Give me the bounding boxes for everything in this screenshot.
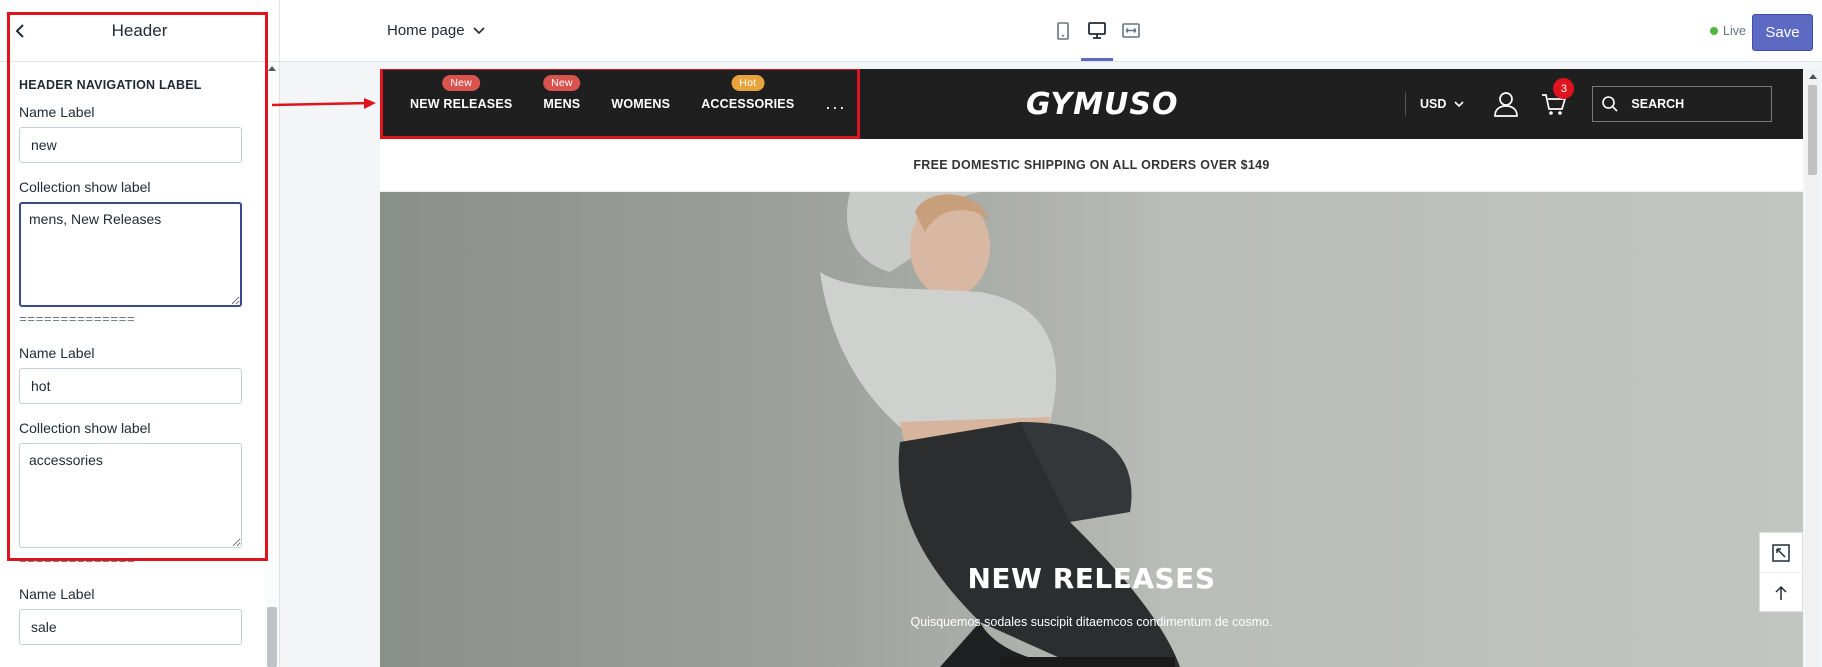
cart-button[interactable]: 3 <box>1540 78 1575 118</box>
nav-badge-hot: Hot <box>731 75 765 91</box>
nav-more-button[interactable]: ... <box>825 93 846 114</box>
nav-item-womens[interactable]: WOMENS <box>611 97 670 111</box>
name-input-3[interactable] <box>19 609 242 645</box>
nav-item-label: WOMENS <box>611 97 671 111</box>
live-label: Live <box>1723 24 1746 38</box>
divider-2: ============== <box>19 553 136 568</box>
sidebar-header: Header <box>0 0 279 62</box>
divider-1: ============== <box>19 312 136 327</box>
sidebar-scrollbar[interactable] <box>265 62 279 667</box>
name-input-2[interactable] <box>19 368 242 404</box>
editor-topbar: Home page Live Save <box>280 0 1822 62</box>
nav-badge-new: New <box>442 75 481 91</box>
arrow-right-icon <box>271 98 376 109</box>
sidebar-title: Header <box>111 20 168 40</box>
page-selector[interactable]: Home page <box>387 22 485 39</box>
nav-item-label: MENS <box>543 97 581 111</box>
arrow-up-icon[interactable] <box>1760 573 1802 613</box>
collection-label-2: Collection show label <box>19 420 151 436</box>
store-header: New NEW RELEASES New MENS WOMENS Hot ACC… <box>380 69 1803 139</box>
collection-label-1: Collection show label <box>19 179 151 195</box>
nav-item-accessories[interactable]: Hot ACCESSORIES <box>701 75 795 111</box>
announcement-bar: FREE DOMESTIC SHIPPING ON ALL ORDERS OVE… <box>380 139 1803 192</box>
theme-editor: Header HEADER NAVIGATION LABEL Name Labe… <box>0 0 1822 667</box>
chevron-down-icon <box>1454 100 1464 107</box>
search-input[interactable]: SEARCH <box>1592 86 1773 122</box>
store-nav: New NEW RELEASES New MENS WOMENS Hot ACC… <box>410 69 846 139</box>
header-divider <box>1405 92 1406 116</box>
nav-item-label: ACCESSORIES <box>701 97 795 111</box>
chevron-down-icon <box>472 26 485 34</box>
hero-title: NEW RELEASES <box>967 562 1216 595</box>
search-icon <box>1602 96 1618 112</box>
nav-item-new-releases[interactable]: New NEW RELEASES <box>410 75 513 111</box>
currency-label: USD <box>1420 97 1447 111</box>
tablet-icon[interactable] <box>1053 20 1073 42</box>
currency-selector[interactable]: USD <box>1420 97 1464 111</box>
user-icon[interactable] <box>1492 90 1520 118</box>
logo-text: GYMUSO <box>1026 86 1179 122</box>
section-title: HEADER NAVIGATION LABEL <box>19 78 202 92</box>
name-label-1: Name Label <box>19 104 95 120</box>
live-status: Live <box>1710 24 1746 38</box>
nav-item-label: NEW RELEASES <box>410 97 513 111</box>
name-input-1[interactable] <box>19 127 242 163</box>
live-dot-icon <box>1710 27 1718 35</box>
device-switcher <box>1053 20 1141 61</box>
settings-sidebar: Header HEADER NAVIGATION LABEL Name Labe… <box>0 0 280 667</box>
search-placeholder: SEARCH <box>1631 97 1685 111</box>
cart-count-badge: 3 <box>1553 78 1575 99</box>
store-logo[interactable]: GYMUSO <box>1026 86 1178 122</box>
preview-scroll-thumb[interactable] <box>1808 85 1817 175</box>
save-button[interactable]: Save <box>1752 14 1813 51</box>
floating-tools <box>1759 532 1803 612</box>
resize-icon[interactable] <box>1760 533 1802 573</box>
chevron-left-icon[interactable] <box>12 22 30 40</box>
store-preview: New NEW RELEASES New MENS WOMENS Hot ACC… <box>380 69 1803 667</box>
scroll-up-icon[interactable] <box>268 66 276 71</box>
hero-banner[interactable]: NEW RELEASES Quisquemos sodales suscipit… <box>380 192 1803 667</box>
scroll-up-icon[interactable] <box>1809 74 1817 79</box>
sidebar-scroll-thumb[interactable] <box>267 607 277 667</box>
hero-cta-button[interactable] <box>1000 657 1175 667</box>
hero-image <box>380 192 1803 667</box>
nav-item-mens[interactable]: New MENS <box>543 75 581 111</box>
hero-subtitle: Quisquemos sodales suscipit ditaemcos co… <box>910 615 1273 629</box>
sidebar-body: HEADER NAVIGATION LABEL Name Label Colle… <box>0 62 279 645</box>
name-label-3: Name Label <box>19 586 95 602</box>
collection-textarea-1[interactable]: mens, New Releases <box>19 202 242 307</box>
preview-scrollbar[interactable] <box>1805 69 1820 667</box>
header-actions: USD 3 SEARCH <box>1405 69 1773 139</box>
page-selector-label: Home page <box>387 22 465 39</box>
desktop-icon[interactable] <box>1081 20 1113 61</box>
name-label-2: Name Label <box>19 345 95 361</box>
nav-badge-new: New <box>543 75 581 91</box>
fullwidth-icon[interactable] <box>1121 20 1141 42</box>
collection-textarea-2[interactable]: accessories <box>19 443 242 548</box>
